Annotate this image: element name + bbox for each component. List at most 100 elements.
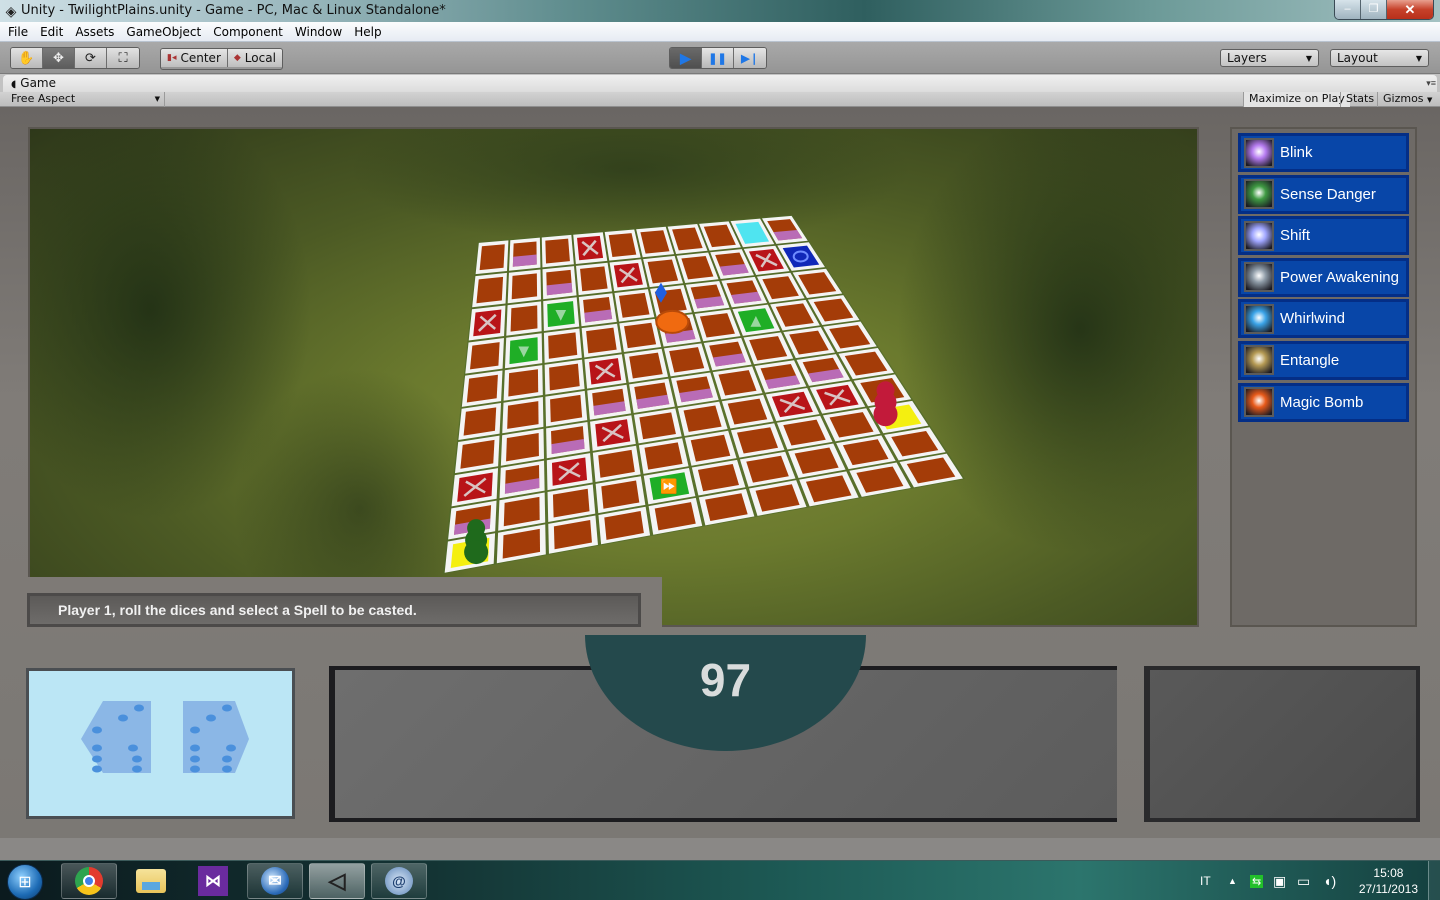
gizmos-dropdown[interactable]: Gizmos ▼: [1377, 92, 1437, 107]
board-tile-brown[interactable]: [624, 348, 669, 383]
board-tile-x[interactable]: [468, 305, 506, 341]
player-2-pawn[interactable]: [873, 381, 898, 427]
menu-assets[interactable]: Assets: [69, 25, 120, 39]
close-button[interactable]: ✕: [1387, 0, 1433, 19]
blink-icon: [1244, 137, 1274, 168]
board-tile-fire[interactable]: [542, 266, 577, 300]
taskbar-explorer[interactable]: [123, 863, 179, 899]
start-button[interactable]: ⊞: [7, 864, 43, 900]
taskbar-visual-studio[interactable]: ⋈: [185, 863, 241, 899]
board-tile-brown[interactable]: [604, 229, 641, 261]
maximize-button[interactable]: ❐: [1361, 0, 1387, 19]
pause-button[interactable]: ❚❚: [702, 48, 734, 68]
board-tile-brown[interactable]: [664, 343, 710, 377]
play-button[interactable]: ▶: [670, 48, 702, 68]
show-desktop-button[interactable]: [1428, 861, 1440, 900]
menu-help[interactable]: Help: [348, 25, 387, 39]
board-tile-brown[interactable]: [502, 396, 544, 434]
board-tile-x[interactable]: [573, 232, 608, 265]
pivot-local-button[interactable]: ◆ Local: [227, 49, 282, 67]
spell-button-entangle[interactable]: Entangle: [1238, 340, 1409, 380]
scale-tool-button[interactable]: ⛶: [107, 48, 139, 68]
spell-button-power-awakening[interactable]: Power Awakening: [1238, 257, 1409, 297]
menu-window[interactable]: Window: [289, 25, 348, 39]
board-tile-fire[interactable]: [578, 293, 617, 327]
board-tile-brown[interactable]: [503, 365, 543, 401]
board-tile-brown[interactable]: [541, 234, 574, 268]
board-tile-brown[interactable]: [619, 318, 662, 353]
taskbar-remote-desktop[interactable]: @: [371, 863, 427, 899]
board-tile-brown[interactable]: [472, 272, 507, 308]
menu-component[interactable]: Component: [207, 25, 289, 39]
spell-button-whirlwind[interactable]: Whirlwind: [1238, 299, 1409, 339]
spell-button-sense-danger[interactable]: Sense Danger: [1238, 174, 1409, 214]
menu-file[interactable]: File: [2, 25, 34, 39]
tab-game[interactable]: ◖ Game: [3, 75, 1437, 92]
play-icon: ▶: [680, 49, 691, 66]
step-button[interactable]: ▶❘: [734, 48, 766, 68]
taskbar-thunderbird[interactable]: ✉: [247, 863, 303, 899]
spell-button-magic-bomb[interactable]: Magic Bomb: [1238, 382, 1409, 422]
pivot-center-button[interactable]: ▮◂ Center: [161, 49, 228, 67]
tab-game-label: Game: [20, 76, 57, 90]
windows-logo-icon: ⊞: [18, 874, 32, 891]
language-indicator[interactable]: IT: [1200, 861, 1211, 900]
board-tile-x[interactable]: [609, 259, 648, 292]
tray-volume-icon[interactable]: ◖): [1323, 861, 1336, 900]
board-tile-brown[interactable]: [576, 262, 613, 296]
board-tile-brown[interactable]: [461, 370, 503, 407]
tray-expand-icon[interactable]: ▲: [1228, 861, 1237, 900]
taskbar-unity[interactable]: ◁: [309, 863, 365, 899]
board-tile-fire[interactable]: [509, 237, 541, 271]
stats-toggle[interactable]: Stats: [1340, 92, 1379, 107]
orange-marker[interactable]: [655, 309, 690, 334]
aspect-dropdown[interactable]: Free Aspect ▼: [5, 92, 165, 107]
tray-sync-icon[interactable]: ⇆: [1250, 861, 1264, 900]
3d-scene[interactable]: ▼ ▼ ▲ ⏩: [28, 127, 1199, 627]
menu-edit[interactable]: Edit: [34, 25, 69, 39]
board-tile-brown[interactable]: [507, 269, 542, 304]
menu-gameobject[interactable]: GameObject: [120, 25, 207, 39]
board-tile-brown[interactable]: [614, 289, 655, 322]
tray-power-icon[interactable]: ▣: [1273, 861, 1286, 900]
minimize-button[interactable]: –: [1335, 0, 1361, 19]
spell-button-blink[interactable]: Blink: [1238, 133, 1409, 172]
transform-tools: ✋ ✥ ⟳ ⛶: [10, 47, 140, 69]
layout-dropdown[interactable]: Layout ▼: [1330, 49, 1429, 67]
board-tile-brown[interactable]: [465, 337, 504, 374]
gizmos-label: Gizmos: [1383, 92, 1424, 105]
tray-network-icon[interactable]: ▭: [1297, 861, 1310, 900]
layers-dropdown[interactable]: Layers ▼: [1220, 49, 1319, 67]
taskbar-chrome[interactable]: [61, 863, 117, 899]
thunderbird-icon: ✉: [261, 867, 289, 895]
board-tile-brown[interactable]: [581, 323, 622, 358]
rotate-tool-button[interactable]: ⟳: [75, 48, 107, 68]
spell-label: Whirlwind: [1280, 310, 1346, 328]
die-2[interactable]: [183, 701, 253, 773]
language-label: IT: [1200, 874, 1211, 888]
clock[interactable]: 15:08 27/11/2013: [1359, 865, 1418, 897]
board-tile-brown[interactable]: [475, 240, 509, 275]
board-tile-x[interactable]: [584, 354, 627, 389]
spell-button-shift[interactable]: Shift: [1238, 216, 1409, 256]
dice-area[interactable]: [29, 671, 292, 816]
right-panel: [1144, 666, 1420, 822]
pivot-local-label: Local: [244, 51, 276, 65]
die-pip: [206, 714, 216, 722]
pause-icon: ❚❚: [708, 52, 727, 65]
board-tile-brown[interactable]: [506, 301, 542, 336]
entangle-icon: [1244, 345, 1274, 376]
chevron-down-icon: ▼: [1415, 53, 1422, 63]
tab-menu-icon[interactable]: ▾≡: [1426, 78, 1436, 89]
dice-panel[interactable]: [26, 668, 295, 819]
hand-tool-button[interactable]: ✋: [11, 48, 43, 68]
right-panel-body: [1150, 670, 1416, 818]
move-tool-button[interactable]: ✥: [43, 48, 75, 68]
board-tile-green-down[interactable]: ▼: [543, 297, 580, 332]
die-1[interactable]: [81, 701, 151, 773]
board-tile-green-down[interactable]: ▼: [504, 333, 543, 369]
board-tile-brown[interactable]: [543, 328, 582, 363]
board-tile-brown[interactable]: [544, 359, 585, 395]
maximize-on-play-toggle[interactable]: Maximize on Play: [1243, 92, 1350, 107]
player-1-pawn[interactable]: [464, 519, 489, 565]
